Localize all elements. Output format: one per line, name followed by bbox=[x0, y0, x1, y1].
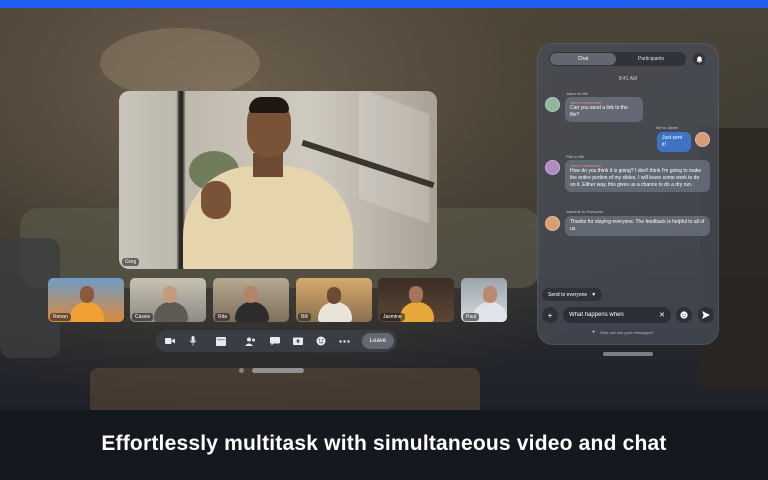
chat-message: Thanks for staying everyone. The feedbac… bbox=[565, 216, 710, 236]
participants-icon[interactable] bbox=[244, 335, 256, 347]
avatar bbox=[695, 132, 710, 147]
message-sender: Jaime to Me bbox=[566, 91, 588, 96]
bell-icon[interactable] bbox=[693, 53, 705, 65]
send-to-dropdown[interactable]: Send to everyone ▼ bbox=[542, 288, 603, 301]
tab-participants[interactable]: Participants bbox=[618, 53, 684, 65]
participant-thumbnail[interactable]: Paul bbox=[461, 278, 507, 322]
participant-head bbox=[80, 286, 94, 303]
participant-thumbnail[interactable]: Bill bbox=[296, 278, 372, 322]
participant-body bbox=[70, 302, 104, 322]
microphone-icon[interactable] bbox=[187, 335, 199, 347]
message-text: Just sent it! bbox=[662, 135, 683, 148]
participant-thumbnail[interactable]: Jasmine bbox=[378, 278, 454, 322]
message-sender: Jasmine to Everyone bbox=[566, 209, 604, 214]
chat-icon[interactable] bbox=[269, 335, 281, 347]
chat-timestamp: 8:41 AM bbox=[618, 76, 638, 82]
participant-thumbnail[interactable]: Cassie bbox=[130, 278, 206, 322]
participant-head bbox=[327, 287, 341, 304]
avatar bbox=[545, 97, 560, 112]
message-sender: Me to Jaime bbox=[656, 125, 678, 130]
marketing-caption: Effortlessly multitask with simultaneous… bbox=[101, 432, 667, 455]
participant-body bbox=[318, 302, 352, 322]
avatar bbox=[545, 160, 560, 175]
window-grabber-bar[interactable] bbox=[252, 368, 304, 373]
participant-body bbox=[154, 302, 188, 322]
participant-body bbox=[400, 302, 434, 322]
tab-chat[interactable]: Chat bbox=[550, 53, 616, 65]
participant-body bbox=[235, 302, 269, 322]
chevron-down-icon: ▼ bbox=[591, 291, 597, 298]
reactions-icon[interactable] bbox=[315, 335, 327, 347]
chat-message-input[interactable] bbox=[563, 307, 671, 323]
chat-window-grabber[interactable] bbox=[603, 352, 653, 356]
message-sender: Rita to Me bbox=[566, 154, 585, 159]
participant-name-tag: Bill bbox=[298, 313, 311, 321]
message-text: Can you send a link to the file? bbox=[570, 105, 628, 118]
participant-head bbox=[483, 286, 497, 303]
speaker-name-tag: Greg bbox=[122, 258, 140, 266]
clear-input-icon[interactable]: ✕ bbox=[657, 309, 667, 321]
top-accent-bar bbox=[0, 0, 768, 8]
participant-name-tag: Cassie bbox=[132, 313, 154, 321]
emoji-icon[interactable] bbox=[676, 307, 692, 323]
background-lamp-glow bbox=[100, 28, 260, 98]
background-table bbox=[90, 368, 480, 410]
speaker-hand bbox=[201, 181, 231, 219]
participant-thumbnail[interactable]: Renan bbox=[48, 278, 124, 322]
message-text: Thanks for staying everyone. The feedbac… bbox=[570, 219, 705, 232]
video-icon[interactable] bbox=[164, 335, 176, 347]
chat-message: Jaime Henderson How do you think it is g… bbox=[565, 160, 710, 192]
participant-name-tag: Rita bbox=[215, 313, 230, 321]
chat-message: Just sent it! bbox=[657, 132, 691, 152]
participant-head bbox=[409, 286, 423, 303]
participant-head bbox=[244, 286, 258, 303]
leave-button[interactable]: Leave bbox=[362, 333, 394, 349]
window-close-dot[interactable] bbox=[239, 368, 244, 373]
participant-thumbnail[interactable]: Rita bbox=[213, 278, 289, 322]
message-text: How do you think it is going? I don't th… bbox=[570, 168, 702, 188]
chat-message: Jaime Henderson Can you send a link to t… bbox=[565, 97, 643, 122]
participant-name-tag: Renan bbox=[50, 313, 71, 321]
participant-head bbox=[163, 286, 177, 303]
avatar bbox=[545, 216, 560, 231]
apps-icon[interactable] bbox=[215, 335, 227, 347]
participant-name-tag: Jasmine bbox=[380, 313, 405, 321]
main-speaker-video[interactable]: Greg bbox=[119, 91, 437, 269]
send-icon[interactable] bbox=[698, 307, 714, 323]
participant-name-tag: Paul bbox=[463, 313, 480, 321]
video-window-light bbox=[359, 91, 429, 224]
people-icon: ● bbox=[592, 329, 596, 335]
add-attachment-icon[interactable]: + bbox=[542, 307, 558, 323]
privacy-note[interactable]: Who can see your messages? bbox=[600, 330, 654, 335]
speaker-hair bbox=[249, 97, 289, 113]
more-options-icon[interactable] bbox=[338, 335, 350, 347]
share-screen-icon[interactable] bbox=[292, 335, 304, 347]
send-to-label: Send to everyone bbox=[548, 291, 588, 298]
